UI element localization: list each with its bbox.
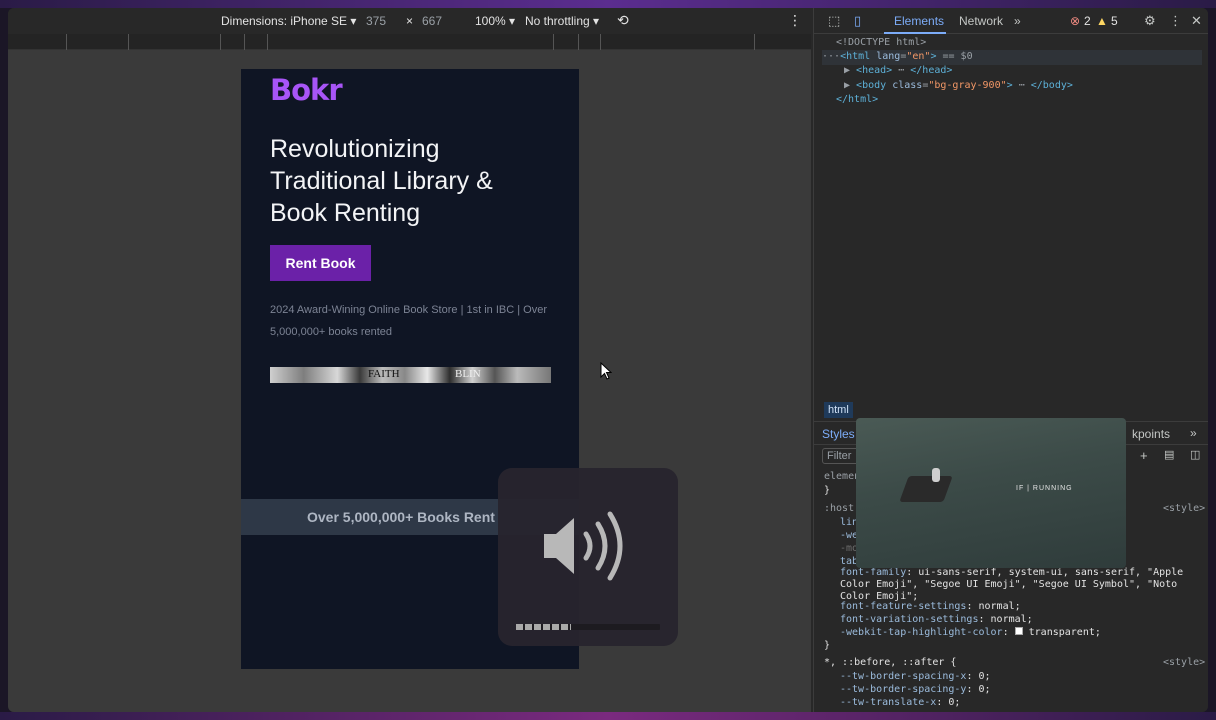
dom-tag-name: html bbox=[846, 51, 871, 62]
dom-head-node[interactable]: ▶ <head> ⋯ </head> bbox=[844, 64, 952, 79]
error-icon[interactable]: ⊗ bbox=[1070, 14, 1080, 28]
rent-book-button[interactable]: Rent Book bbox=[270, 245, 371, 281]
throttling-label: No throttling bbox=[525, 14, 590, 28]
dom-tag-name: body bbox=[862, 80, 887, 91]
dom-attr-value: "en" bbox=[906, 51, 931, 62]
css-value: transparent; bbox=[1028, 627, 1101, 638]
window-top-glow bbox=[0, 0, 1216, 8]
dimension-separator: × bbox=[406, 14, 414, 28]
css-value: 0; bbox=[978, 684, 991, 695]
dom-body-close: </body> bbox=[1030, 80, 1073, 91]
devtools-tabbar: ⬚ ▯ Elements Network » ⊗ 2 ▲ 5 ⚙ ⋮ ✕ bbox=[814, 8, 1208, 34]
css-value: normal; bbox=[990, 614, 1033, 625]
sidebar-toggle-icon[interactable]: ◫ bbox=[1190, 448, 1200, 461]
device-dimensions-label: Dimensions: iPhone SE bbox=[221, 14, 348, 28]
css-value: 0; bbox=[978, 671, 991, 682]
device-height-input[interactable]: 667 bbox=[422, 14, 442, 28]
gear-icon[interactable]: ⚙ bbox=[1144, 13, 1156, 29]
mouse-cursor-icon bbox=[600, 362, 612, 380]
inspect-element-icon[interactable]: ⬚ bbox=[828, 13, 840, 29]
book-covers-image: FAITH BLIN bbox=[270, 367, 551, 383]
book-title-text: BLIN bbox=[455, 368, 481, 380]
caret-down-icon: ▾ bbox=[350, 14, 357, 28]
book-title-text: FAITH bbox=[368, 368, 400, 380]
device-dimensions-dropdown[interactable]: Dimensions: iPhone SE ▾ bbox=[221, 14, 356, 28]
rule-close-brace: } bbox=[824, 640, 831, 651]
style-source-link[interactable]: <style> bbox=[1163, 656, 1205, 671]
dom-attr-name: class bbox=[892, 80, 923, 91]
raft-image bbox=[899, 476, 953, 502]
site-logo[interactable]: Bokr bbox=[270, 73, 343, 107]
device-width-input[interactable]: 375 bbox=[366, 14, 386, 28]
caret-down-icon: ▾ bbox=[593, 14, 600, 28]
css-property: font-feature-settings bbox=[840, 601, 967, 612]
device-toggle-icon[interactable]: ▯ bbox=[854, 13, 861, 29]
paint-icon[interactable]: ▤ bbox=[1164, 448, 1174, 461]
warning-icon[interactable]: ▲ bbox=[1096, 14, 1108, 28]
dom-html-close: </html> bbox=[836, 94, 879, 105]
tab-elements[interactable]: Elements bbox=[894, 14, 944, 28]
breadcrumb[interactable]: html bbox=[824, 402, 853, 418]
device-viewport: Bokr Revolutionizing Traditional Library… bbox=[8, 50, 811, 712]
more-options-icon[interactable]: ⋮ bbox=[788, 12, 802, 29]
css-value: normal; bbox=[978, 601, 1021, 612]
dom-body-node[interactable]: ▶ <body class="bg-gray-900"> ⋯ </body> bbox=[844, 79, 1073, 94]
more-tabs-icon[interactable]: » bbox=[1014, 14, 1021, 28]
rule-close-brace: } bbox=[824, 485, 831, 496]
browser-window: Dimensions: iPhone SE ▾ 375 × 667 100% ▾… bbox=[8, 8, 1208, 712]
volume-hud bbox=[498, 468, 678, 646]
hero-headline: Revolutionizing Traditional Library & Bo… bbox=[270, 135, 493, 227]
tab-network[interactable]: Network bbox=[959, 14, 1003, 28]
css-value: 0; bbox=[948, 697, 961, 708]
dom-head-open: <head> bbox=[856, 65, 893, 76]
zoom-label: 100% bbox=[475, 14, 506, 28]
tab-styles[interactable]: Styles bbox=[822, 427, 855, 441]
css-property: --tw-border-spacing-x bbox=[840, 671, 967, 682]
video-watermark: IF | RUNNING bbox=[1016, 485, 1073, 492]
awards-text: 2024 Award-Wining Online Book Store | 1s… bbox=[270, 304, 547, 338]
css-property: -webkit-tap-highlight-color bbox=[840, 627, 1003, 638]
caret-down-icon: ▾ bbox=[509, 14, 516, 28]
devtools-panel: ⬚ ▯ Elements Network » ⊗ 2 ▲ 5 ⚙ ⋮ ✕ <!D… bbox=[813, 8, 1208, 712]
add-style-rule-icon[interactable]: + bbox=[1140, 448, 1148, 463]
device-toolbar: Dimensions: iPhone SE ▾ 375 × 667 100% ▾… bbox=[8, 8, 811, 34]
zoom-dropdown[interactable]: 100% ▾ bbox=[475, 14, 515, 28]
picture-in-picture-video[interactable]: IF | RUNNING bbox=[856, 418, 1126, 568]
tab-breakpoints[interactable]: kpoints bbox=[1132, 427, 1170, 441]
throttling-dropdown[interactable]: No throttling ▾ bbox=[525, 14, 599, 28]
css-property: font-family bbox=[840, 567, 907, 578]
error-count: 2 bbox=[1084, 14, 1091, 28]
media-query-ruler bbox=[8, 34, 811, 50]
rotate-icon[interactable]: ⟲ bbox=[617, 12, 629, 29]
css-declaration: --tw-translate-x: 0; bbox=[840, 697, 961, 708]
dom-attr-value: "bg-gray-900" bbox=[928, 80, 1007, 91]
color-swatch-icon[interactable] bbox=[1014, 627, 1023, 635]
css-property: font-variation-settings bbox=[840, 614, 979, 625]
dom-head-close: </head> bbox=[910, 65, 953, 76]
speaker-volume-icon bbox=[544, 511, 623, 581]
font-family-declaration: font-family: ui-sans-serif, system-ui, s… bbox=[840, 567, 1184, 602]
dom-html-node[interactable]: ···<html lang="en"> == $0 bbox=[822, 50, 1202, 65]
warning-count: 5 bbox=[1111, 14, 1118, 28]
css-declaration: -webkit-tap-highlight-color: transparent… bbox=[840, 627, 1101, 638]
active-tab-indicator bbox=[884, 32, 946, 34]
person-image bbox=[932, 468, 940, 482]
more-tabs-icon[interactable]: » bbox=[1190, 426, 1197, 440]
css-property: --tw-translate-x bbox=[840, 697, 937, 708]
volume-level-bar bbox=[516, 624, 660, 630]
style-source-link[interactable]: <style> bbox=[1163, 502, 1205, 517]
dom-doctype: <!DOCTYPE html> bbox=[836, 37, 927, 48]
close-icon[interactable]: ✕ bbox=[1191, 13, 1202, 29]
host-selector: :host, bbox=[824, 503, 861, 514]
dom-attr-name: lang bbox=[876, 51, 901, 62]
more-options-icon[interactable]: ⋮ bbox=[1169, 13, 1182, 29]
window-bottom-glow bbox=[0, 712, 1216, 720]
universal-selector: *, ::before, ::after { bbox=[824, 657, 957, 668]
dom-selected-marker: == $0 bbox=[936, 51, 973, 62]
css-property: --tw-border-spacing-y bbox=[840, 684, 967, 695]
